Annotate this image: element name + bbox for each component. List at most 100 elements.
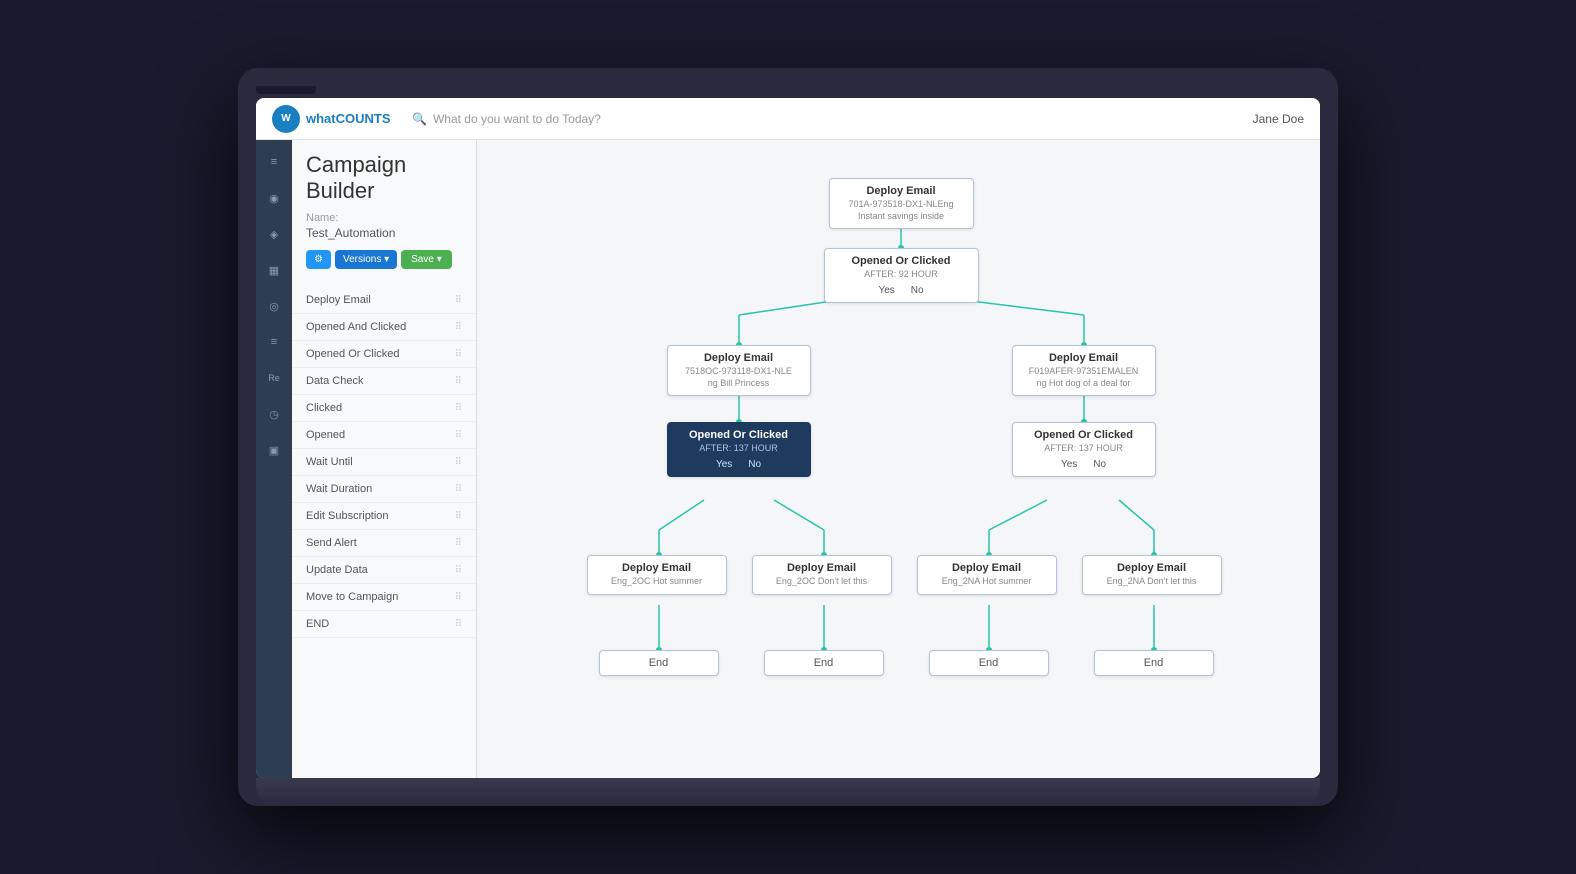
laptop-screen: W whatCOUNTS 🔍 What do you want to do To… xyxy=(256,98,1320,778)
settings-icon: ⚙ xyxy=(314,254,323,265)
logo-text: whatCOUNTS xyxy=(306,111,391,126)
node-ll-deploy-sub: Eng_2OC Hot summer xyxy=(596,576,718,588)
laptop-container: W whatCOUNTS 🔍 What do you want to do To… xyxy=(238,68,1338,806)
list-item-move-to-campaign[interactable]: Move to Campaign ⠿ xyxy=(292,584,476,611)
settings-button[interactable]: ⚙ xyxy=(306,250,331,269)
node-lr-deploy-title: Deploy Email xyxy=(761,562,883,574)
end-label-3: End xyxy=(979,657,999,669)
node-left-deploy-title: Deploy Email xyxy=(676,352,802,364)
node-left-deploy[interactable]: Deploy Email 7518OC-973118-DX1-NLE ng Bi… xyxy=(667,345,811,396)
canvas-area[interactable]: Deploy Email 701A-973518-DX1-NLEng Insta… xyxy=(477,140,1320,778)
node-end-2[interactable]: End xyxy=(764,650,884,676)
node-right-condition[interactable]: Opened Or Clicked AFTER: 137 HOUR Yes No xyxy=(1012,422,1156,477)
list-item-label: Update Data xyxy=(306,564,368,576)
sidebar-icon-circle[interactable]: ◎ xyxy=(260,292,288,320)
drag-icon: ⠿ xyxy=(455,322,462,333)
list-item-wait-duration[interactable]: Wait Duration ⠿ xyxy=(292,476,476,503)
list-item-label: Data Check xyxy=(306,375,363,387)
node-root-title: Deploy Email xyxy=(838,185,965,197)
list-item-label: Edit Subscription xyxy=(306,510,389,522)
end-label-2: End xyxy=(814,657,834,669)
list-item-opened-and-clicked[interactable]: Opened And Clicked ⠿ xyxy=(292,314,476,341)
sidebar-icons: ≡ ◉ ◈ ▦ ◎ ≡ Re ◷ ▣ xyxy=(256,140,292,778)
node-right-condition-title: Opened Or Clicked xyxy=(1021,429,1147,441)
list-item-wait-until[interactable]: Wait Until ⠿ xyxy=(292,449,476,476)
sidebar-icon-time[interactable]: ◷ xyxy=(260,400,288,428)
list-item-label: Deploy Email xyxy=(306,294,371,306)
node-condition1[interactable]: Opened Or Clicked AFTER: 92 HOUR Yes No xyxy=(824,248,979,303)
node-right-condition-after: AFTER: 137 HOUR xyxy=(1021,443,1147,455)
drag-icon: ⠿ xyxy=(455,565,462,576)
list-item-data-check[interactable]: Data Check ⠿ xyxy=(292,368,476,395)
list-item-send-alert[interactable]: Send Alert ⠿ xyxy=(292,530,476,557)
node-right-deploy[interactable]: Deploy Email F019AFER-97351EMALEN ng Hot… xyxy=(1012,345,1156,396)
node-lr-deploy[interactable]: Deploy Email Eng_2OC Don't let this xyxy=(752,555,892,595)
node-ll-deploy[interactable]: Deploy Email Eng_2OC Hot summer xyxy=(587,555,727,595)
no-label: No xyxy=(1093,459,1106,470)
search-bar[interactable]: 🔍 What do you want to do Today? xyxy=(412,112,1253,126)
node-rr-deploy[interactable]: Deploy Email Eng_2NA Don't let this xyxy=(1082,555,1222,595)
sidebar-icon-grid[interactable]: ▦ xyxy=(260,256,288,284)
drag-icon: ⠿ xyxy=(455,457,462,468)
list-item-edit-subscription[interactable]: Edit Subscription ⠿ xyxy=(292,503,476,530)
yes-label: Yes xyxy=(878,285,894,296)
node-end-1[interactable]: End xyxy=(599,650,719,676)
laptop-base xyxy=(256,778,1320,806)
node-left-condition-title: Opened Or Clicked xyxy=(676,429,802,441)
drag-icon: ⠿ xyxy=(455,349,462,360)
node-end-3[interactable]: End xyxy=(929,650,1049,676)
node-root-sub1: 701A-973518-DX1-NLEng xyxy=(838,199,965,211)
node-right-deploy-sub1: F019AFER-97351EMALEN xyxy=(1021,366,1147,378)
drag-icon: ⠿ xyxy=(455,376,462,387)
items-panel: Campaign Builder Name: Test_Automation ⚙… xyxy=(292,140,477,778)
node-lr-deploy-sub: Eng_2OC Don't let this xyxy=(761,576,883,588)
panel-header: Campaign Builder Name: Test_Automation ⚙… xyxy=(292,140,476,287)
logo-area: W whatCOUNTS xyxy=(272,105,412,133)
main-layout: ≡ ◉ ◈ ▦ ◎ ≡ Re ◷ ▣ Campaign Builder Name… xyxy=(256,140,1320,778)
page-title: Campaign Builder xyxy=(306,152,462,204)
node-rl-deploy[interactable]: Deploy Email Eng_2NA Hot summer xyxy=(917,555,1057,595)
toolbar: ⚙ Versions ▾ Save ▾ xyxy=(306,250,462,269)
sidebar-icon-re[interactable]: Re xyxy=(260,364,288,392)
logo-brand: COUNTS xyxy=(336,111,391,126)
node-root-sub2: Instant savings inside xyxy=(838,211,965,223)
node-condition1-title: Opened Or Clicked xyxy=(833,255,970,267)
node-left-condition-after: AFTER: 137 HOUR xyxy=(676,443,802,455)
sidebar-icon-list[interactable]: ≡ xyxy=(260,328,288,356)
node-right-deploy-title: Deploy Email xyxy=(1021,352,1147,364)
search-icon: 🔍 xyxy=(412,112,427,126)
list-item-label: Opened And Clicked xyxy=(306,321,406,333)
node-left-condition-branches: Yes No xyxy=(676,459,802,470)
node-rl-deploy-title: Deploy Email xyxy=(926,562,1048,574)
list-item-clicked[interactable]: Clicked ⠿ xyxy=(292,395,476,422)
user-area: Jane Doe xyxy=(1253,112,1304,126)
drag-icon: ⠿ xyxy=(455,592,462,603)
list-item-opened-or-clicked[interactable]: Opened Or Clicked ⠿ xyxy=(292,341,476,368)
sidebar-icon-all[interactable]: ≡ xyxy=(260,148,288,176)
sidebar-icon-settings[interactable]: ◈ xyxy=(260,220,288,248)
node-left-condition[interactable]: Opened Or Clicked AFTER: 137 HOUR Yes No xyxy=(667,422,811,477)
no-label: No xyxy=(911,285,924,296)
list-item-label: Opened Or Clicked xyxy=(306,348,400,360)
list-item-label: Clicked xyxy=(306,402,342,414)
no-label: No xyxy=(748,459,761,470)
flowchart: Deploy Email 701A-973518-DX1-NLEng Insta… xyxy=(519,160,1279,778)
drag-icon: ⠿ xyxy=(455,511,462,522)
search-placeholder: What do you want to do Today? xyxy=(433,112,601,126)
node-end-4[interactable]: End xyxy=(1094,650,1214,676)
list-item-deploy-email[interactable]: Deploy Email ⠿ xyxy=(292,287,476,314)
node-condition1-after: AFTER: 92 HOUR xyxy=(833,269,970,281)
node-rr-deploy-sub: Eng_2NA Don't let this xyxy=(1091,576,1213,588)
yes-label: Yes xyxy=(716,459,732,470)
sidebar-icon-campaigns[interactable]: ◉ xyxy=(260,184,288,212)
user-name: Jane Doe xyxy=(1253,112,1304,126)
versions-button[interactable]: Versions ▾ xyxy=(335,250,397,269)
save-button[interactable]: Save ▾ xyxy=(401,250,452,269)
sidebar-icon-box[interactable]: ▣ xyxy=(260,436,288,464)
list-item-update-data[interactable]: Update Data ⠿ xyxy=(292,557,476,584)
end-label-4: End xyxy=(1144,657,1164,669)
list-item-end[interactable]: END ⠿ xyxy=(292,611,476,638)
node-left-deploy-sub1: 7518OC-973118-DX1-NLE xyxy=(676,366,802,378)
list-item-opened[interactable]: Opened ⠿ xyxy=(292,422,476,449)
node-root-deploy[interactable]: Deploy Email 701A-973518-DX1-NLEng Insta… xyxy=(829,178,974,229)
